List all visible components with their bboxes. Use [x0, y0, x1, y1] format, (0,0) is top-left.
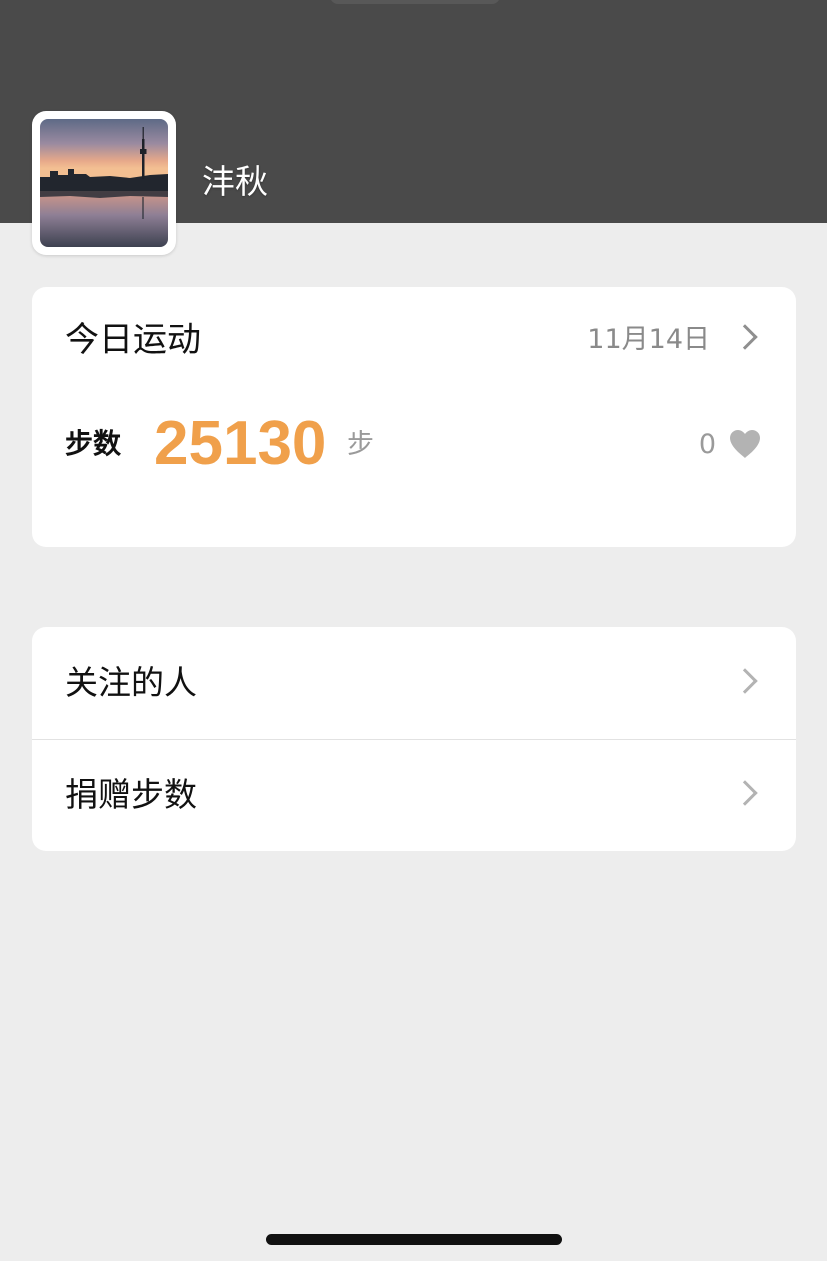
- header-fade-text: [330, 0, 500, 4]
- steps-value: 25130: [154, 409, 327, 478]
- today-date: 11月14日: [587, 324, 710, 355]
- profile-username: 沣秋: [202, 162, 268, 201]
- sunset-tower-photo-icon: [40, 119, 168, 247]
- today-title: 今日运动: [65, 320, 201, 360]
- chevron-right-icon[interactable]: [732, 324, 758, 350]
- heart-icon[interactable]: [728, 428, 762, 460]
- menu-card: 关注的人 捐赠步数: [32, 627, 796, 851]
- chevron-right-icon: [732, 780, 758, 806]
- steps-unit: 步: [347, 429, 374, 460]
- avatar[interactable]: [32, 111, 176, 255]
- today-exercise-card[interactable]: 今日运动 11月14日 步数 25130 步 0: [32, 287, 796, 547]
- menu-item-following[interactable]: 关注的人: [32, 627, 796, 739]
- like-count: 0: [698, 429, 716, 460]
- menu-item-label: 捐赠步数: [65, 775, 197, 814]
- werun-profile-page: 沣秋 今日运动 11月14日 步数 25130 步 0 关注的人 捐赠步数: [0, 0, 827, 1261]
- menu-item-donate-steps[interactable]: 捐赠步数: [32, 739, 796, 851]
- home-indicator[interactable]: [266, 1234, 562, 1245]
- chevron-right-icon: [732, 668, 758, 694]
- steps-label: 步数: [65, 427, 122, 460]
- menu-item-label: 关注的人: [65, 663, 197, 702]
